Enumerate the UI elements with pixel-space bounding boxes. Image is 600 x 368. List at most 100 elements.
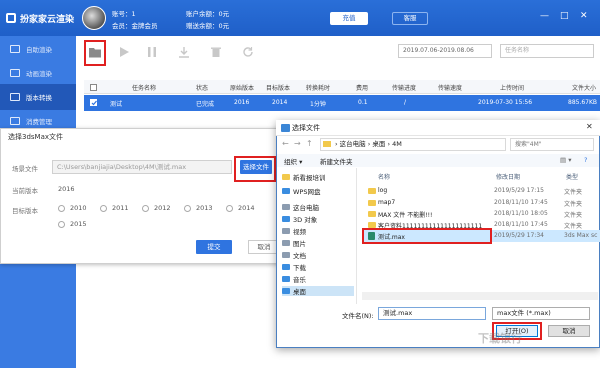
choose-file-button[interactable]: 选择文件: [240, 160, 272, 174]
filename-input[interactable]: 测试.max: [378, 307, 486, 320]
col-transfer-progress[interactable]: 传输进度: [392, 83, 416, 92]
nav-item[interactable]: 音乐: [282, 274, 306, 284]
file-row[interactable]: MAX 文件 不能删!!! 2018/11/10 18:05 文件夹: [364, 209, 600, 219]
submit-button[interactable]: 提交: [196, 240, 232, 254]
sidebar-item-animation[interactable]: 动画渲染: [0, 60, 76, 86]
document-icon: [282, 252, 290, 258]
radio-label: 2010: [70, 204, 87, 212]
account-line: 账号：1: [112, 10, 136, 18]
organize-menu[interactable]: 组织 ▾: [284, 156, 302, 166]
col-target-version[interactable]: 目标版本: [266, 83, 290, 92]
up-icon[interactable]: ↑: [306, 139, 313, 148]
col-type[interactable]: 类型: [566, 172, 578, 181]
radio-2012[interactable]: [142, 205, 149, 212]
col-source-version[interactable]: 原始版本: [230, 83, 254, 92]
cell-upload-time: 2019-07-30 15:56: [478, 99, 533, 106]
highlight-frame: [362, 228, 492, 244]
help-icon[interactable]: ?: [584, 156, 587, 164]
nav-item[interactable]: 新看报培训: [282, 172, 326, 182]
new-folder-button[interactable]: 新建文件夹: [320, 156, 353, 166]
cell-task-name: 测试: [110, 101, 123, 108]
folder-icon: [368, 188, 376, 194]
dialog-close-icon[interactable]: ✕: [586, 122, 593, 131]
cell-transfer-progress: /: [404, 99, 407, 106]
member-value: 金牌会员: [131, 22, 158, 30]
view-options-icon[interactable]: ▤ ▾: [560, 156, 571, 164]
pause-icon[interactable]: [146, 46, 158, 58]
file-row[interactable]: log 2019/5/29 17:15 文件夹: [364, 186, 600, 196]
sidebar-item-self-render[interactable]: 自助渲染: [0, 36, 76, 62]
task-search-input[interactable]: 任务名称: [500, 44, 594, 58]
dialog-search-input[interactable]: 搜索"4M": [510, 138, 594, 151]
col-name[interactable]: 名称: [378, 172, 390, 181]
close-icon[interactable]: ✕: [580, 11, 588, 21]
file-type-select[interactable]: max文件 (*.max): [492, 307, 590, 320]
col-transfer-speed[interactable]: 传输速度: [438, 83, 462, 92]
radio-2010[interactable]: [58, 205, 65, 212]
radio-label: 2015: [70, 220, 87, 228]
file-row[interactable]: map7 2018/11/10 17:45 文件夹: [364, 198, 600, 208]
refresh-icon[interactable]: [242, 46, 254, 58]
select-all-checkbox[interactable]: [90, 84, 97, 91]
cell-file-size: 885.67KB: [568, 99, 598, 106]
cell-duration: 1分钟: [310, 101, 326, 108]
service-button[interactable]: 客服: [392, 12, 428, 25]
dialog-app-icon: [281, 124, 290, 132]
render-icon: [10, 45, 20, 53]
video-icon: [282, 228, 290, 234]
radio-label: 2012: [154, 204, 171, 212]
current-version-value: 2016: [58, 185, 75, 193]
scene-file-label: 场景文件: [12, 165, 38, 173]
gift-balance-line: 赠送余额：0元: [186, 22, 230, 30]
3d-objects-icon: [282, 216, 290, 222]
dialog-title: 选择3dsMax文件: [8, 133, 64, 141]
col-task-name[interactable]: 任务名称: [132, 83, 156, 92]
radio-label: 2011: [112, 204, 129, 212]
col-file-size[interactable]: 文件大小: [572, 83, 596, 92]
nav-item[interactable]: WPS网盘: [282, 186, 320, 196]
maximize-icon[interactable]: □: [560, 11, 569, 21]
minimize-icon[interactable]: —: [540, 11, 549, 21]
row-checkbox[interactable]: [90, 99, 97, 106]
nav-item[interactable]: 视频: [282, 226, 306, 236]
folder-icon[interactable]: [88, 46, 102, 58]
scene-path-input[interactable]: C:\Users\banjiajia\Desktop\4M\测试.max: [52, 160, 232, 174]
nav-item[interactable]: 下载: [282, 262, 306, 272]
back-icon[interactable]: ←: [282, 139, 289, 148]
folder-icon: [368, 200, 376, 206]
nav-item[interactable]: 文档: [282, 250, 306, 260]
col-modified[interactable]: 修改日期: [496, 172, 520, 181]
radio-2013[interactable]: [184, 205, 191, 212]
radio-2011[interactable]: [100, 205, 107, 212]
select-max-dialog: [0, 128, 282, 264]
play-icon[interactable]: [118, 46, 130, 58]
pc-icon: [282, 204, 290, 210]
watermark: 下载银行: [478, 332, 522, 345]
nav-item[interactable]: 3D 对象: [282, 214, 317, 224]
recharge-button[interactable]: 充值: [330, 12, 368, 25]
radio-2015[interactable]: [58, 221, 65, 228]
radio-label: 2014: [238, 204, 255, 212]
avatar[interactable]: [82, 6, 106, 30]
folder-icon: [368, 211, 376, 217]
nav-item[interactable]: 图片: [282, 238, 306, 248]
forward-icon[interactable]: →: [294, 139, 301, 148]
col-duration[interactable]: 转换耗时: [306, 83, 330, 92]
sidebar-item-convert[interactable]: 版本转换: [0, 84, 76, 110]
cell-cost: 0.1: [358, 99, 368, 106]
address-bar[interactable]: › 这台电脑 › 桌面 › 4M: [320, 138, 506, 151]
radio-label: 2013: [196, 204, 213, 212]
download-icon[interactable]: [178, 46, 190, 58]
col-cost[interactable]: 费用: [356, 83, 368, 92]
download-icon: [282, 264, 290, 270]
filename-label: 文件名(N):: [342, 312, 374, 320]
col-status[interactable]: 状态: [196, 83, 208, 92]
col-upload-time[interactable]: 上传时间: [500, 83, 524, 92]
music-icon: [282, 276, 290, 282]
nav-item-desktop[interactable]: 桌面: [282, 286, 354, 296]
radio-2014[interactable]: [226, 205, 233, 212]
nav-item[interactable]: 这台电脑: [282, 202, 319, 212]
horizontal-scrollbar[interactable]: [362, 292, 598, 300]
delete-icon[interactable]: [210, 46, 222, 58]
date-range-picker[interactable]: 2019.07.06-2019.08.06: [398, 44, 492, 58]
